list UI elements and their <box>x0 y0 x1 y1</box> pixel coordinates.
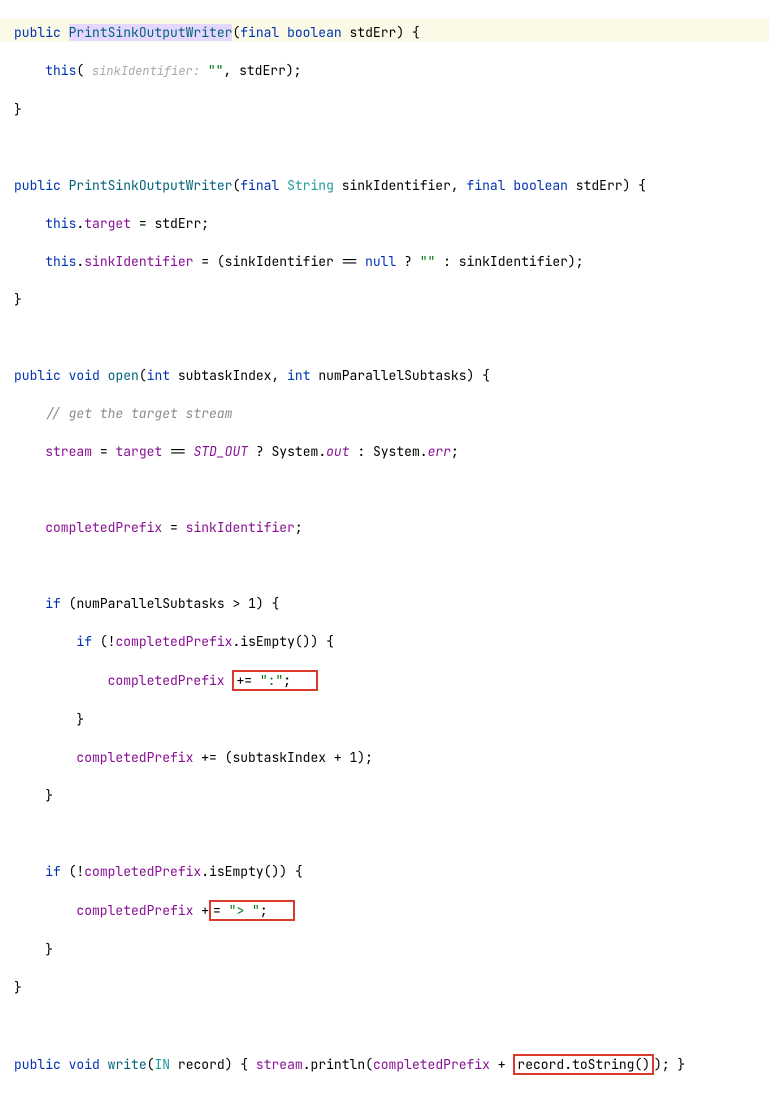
code-line: // get the target stream <box>14 404 755 423</box>
highlighted-region: = "> "; <box>209 900 295 921</box>
code-line: } <box>14 940 755 959</box>
code-line: completedPrefix += "> "; <box>14 900 755 921</box>
code-editor[interactable]: public PrintSinkOutputWriter(final boole… <box>0 0 769 1098</box>
blank-line <box>14 824 755 843</box>
blank-line <box>14 480 755 499</box>
code-line: if (!completedPrefix.isEmpty()) { <box>14 632 755 651</box>
parameter-hint: sinkIdentifier: <box>92 63 200 79</box>
code-line: } <box>14 786 755 805</box>
code-line: } <box>14 978 755 997</box>
highlighted-region: += ":"; <box>232 670 318 691</box>
comment: // get the target stream <box>45 405 232 422</box>
code-line: completedPrefix = sinkIdentifier; <box>14 518 755 537</box>
blank-line <box>14 556 755 575</box>
code-line: public void write(IN record) { stream.pr… <box>14 1054 755 1075</box>
code-line: if (numParallelSubtasks > 1) { <box>14 594 755 613</box>
blank-line <box>14 1016 755 1035</box>
code-line: this.target = stdErr; <box>14 214 755 233</box>
code-line: public PrintSinkOutputWriter(final Strin… <box>14 176 755 195</box>
code-line: } <box>14 100 755 119</box>
blank-line <box>14 138 755 157</box>
code-line: completedPrefix += ":"; <box>14 670 755 691</box>
code-line: this( sinkIdentifier: "", stdErr); <box>14 61 755 81</box>
code-line: public PrintSinkOutputWriter(final boole… <box>0 19 769 42</box>
highlighted-region: record.toString() <box>513 1054 654 1075</box>
code-line: stream = target == STD_OUT ? System.out … <box>14 442 755 461</box>
code-line: public void open(int subtaskIndex, int n… <box>14 366 755 385</box>
blank-line <box>14 328 755 347</box>
code-line: } <box>14 710 755 729</box>
code-line: } <box>14 290 755 309</box>
code-line: if (!completedPrefix.isEmpty()) { <box>14 862 755 881</box>
code-line: completedPrefix += (subtaskIndex + 1); <box>14 748 755 767</box>
code-line: this.sinkIdentifier = (sinkIdentifier ==… <box>14 252 755 271</box>
